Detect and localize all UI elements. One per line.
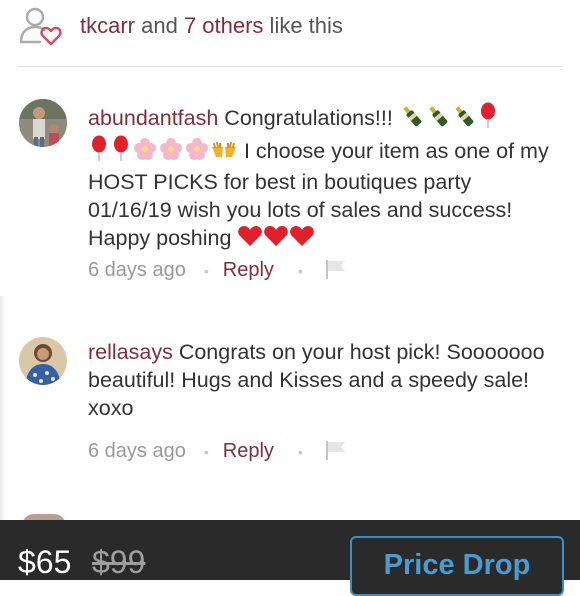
separator-dot: • [203,263,209,279]
comment-text-part: Congratulations!!! [218,106,399,130]
avatar-image [19,99,67,147]
heart-emoji [263,224,289,255]
avatar-image [19,337,67,385]
comment-meta: 6 days ago • Reply • [88,440,347,466]
likes-connector: and [135,13,184,38]
blossom-emoji [158,137,184,168]
divider [18,66,562,67]
likes-summary: tkcarr and 7 others like this [0,0,580,66]
champagne-emoji [399,104,425,135]
separator-dot: • [297,444,303,460]
balloon-emoji [110,135,132,168]
heart-emoji [237,224,263,255]
current-price: $65 [18,544,72,580]
avatar[interactable] [19,337,67,385]
flag-icon[interactable] [325,440,347,466]
reply-button[interactable]: Reply [223,440,274,462]
balloon-emoji [477,102,499,135]
comment-timestamp: 6 days ago [88,440,186,462]
heart-emoji [289,224,315,255]
user-heart-icon [19,7,62,46]
comment-timestamp: 6 days ago [88,259,186,281]
separator-dot: • [203,444,209,460]
comment-username[interactable]: abundantfash [88,106,218,130]
avatar[interactable] [19,99,67,147]
price-drop-label: Price Drop [383,549,531,581]
champagne-emoji [451,104,477,135]
comment-username[interactable]: rellasays [88,340,173,364]
open-hands-emoji [210,139,238,168]
reply-button[interactable]: Reply [223,259,274,281]
others-link[interactable]: 7 others [184,13,264,38]
balloon-emoji [88,135,110,168]
comment-meta: 6 days ago • Reply • [88,259,347,285]
price-bar: $65 $99 Price Drop [0,520,580,596]
separator-dot: • [297,263,303,279]
liker-username-link[interactable]: tkcarr [80,13,135,38]
likes-suffix: like this [263,13,343,38]
champagne-emoji [425,104,451,135]
flag-icon[interactable] [325,259,347,285]
blossom-emoji [184,137,210,168]
blossom-emoji [132,137,158,168]
original-price: $99 [92,544,146,580]
price-drop-button[interactable]: Price Drop [350,536,564,596]
panel-edge [0,296,6,520]
